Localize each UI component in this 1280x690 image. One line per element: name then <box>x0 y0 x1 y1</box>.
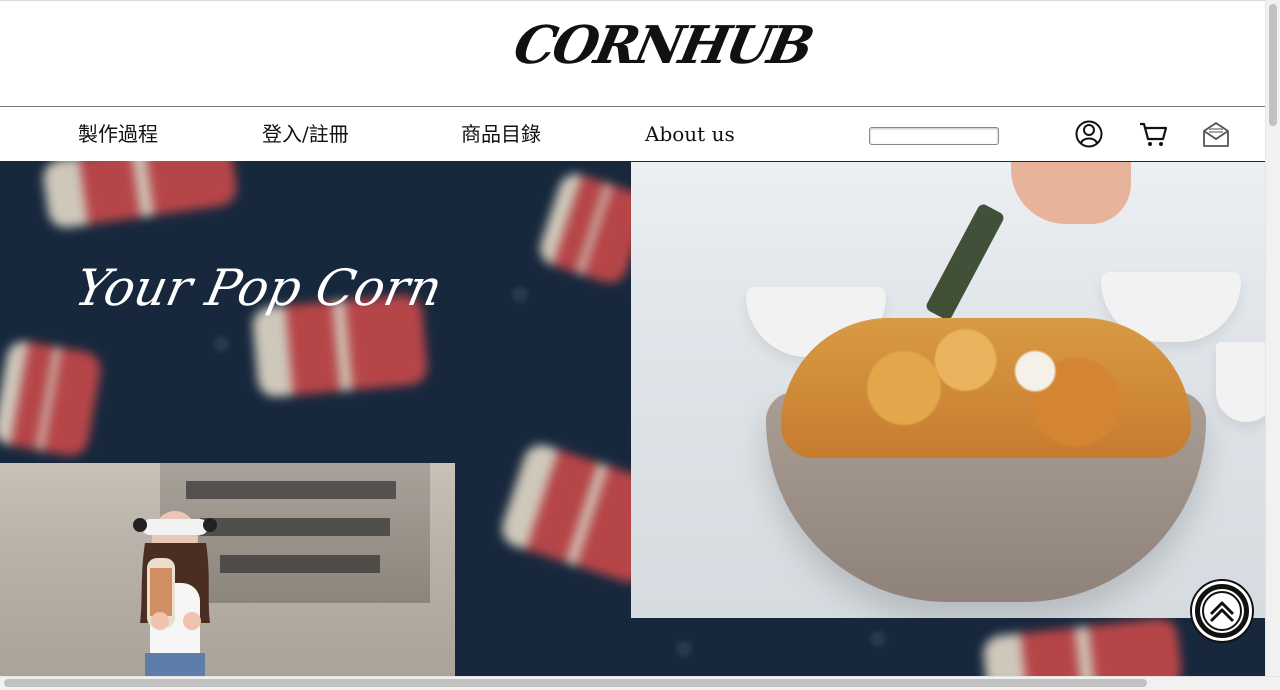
caramel-popcorn <box>781 318 1191 458</box>
side-bowl <box>1216 342 1265 422</box>
popcorn-bowl-photo <box>631 162 1265 618</box>
popcorn-box-decoration <box>0 338 104 459</box>
hero-tagline: Your Pop Corn <box>70 259 448 317</box>
nav-item-login-register[interactable]: 登入/註冊 <box>262 119 349 149</box>
nav-item-catalog[interactable]: 商品目錄 <box>461 119 541 149</box>
popcorn-box-decoration <box>981 617 1184 676</box>
building-window <box>186 481 396 499</box>
person-holding-popcorn <box>133 511 217 676</box>
horizontal-scrollbar-thumb[interactable] <box>4 679 1147 687</box>
sparkle-decoration <box>870 631 886 647</box>
search-input[interactable] <box>869 127 999 145</box>
sparkle-decoration <box>213 336 229 352</box>
site-header: CORNHUB <box>0 0 1265 107</box>
user-icon[interactable] <box>1074 119 1104 149</box>
nav-item-about-us[interactable]: About us <box>645 119 735 149</box>
customer-photo <box>0 463 455 676</box>
hero-section: Your Pop Corn <box>0 161 1265 676</box>
seaweed-strip <box>924 202 1006 322</box>
nav-item-process[interactable]: 製作過程 <box>78 119 158 149</box>
page: CORNHUB 製作過程 登入/註冊 商品目錄 About us Your Po… <box>0 0 1265 676</box>
hand <box>1011 162 1131 224</box>
building-window <box>220 555 380 573</box>
sparkle-decoration <box>676 641 692 657</box>
cart-icon[interactable] <box>1138 119 1168 149</box>
sparkle-decoration <box>512 287 528 303</box>
back-to-top-button[interactable] <box>1192 581 1252 641</box>
popcorn-box-decoration <box>41 161 239 230</box>
vertical-scrollbar-thumb[interactable] <box>1269 4 1277 126</box>
brand-logo[interactable]: CORNHUB <box>509 13 817 79</box>
mail-icon[interactable] <box>1201 119 1231 149</box>
logo-wordmark: CORNHUB <box>508 15 817 76</box>
